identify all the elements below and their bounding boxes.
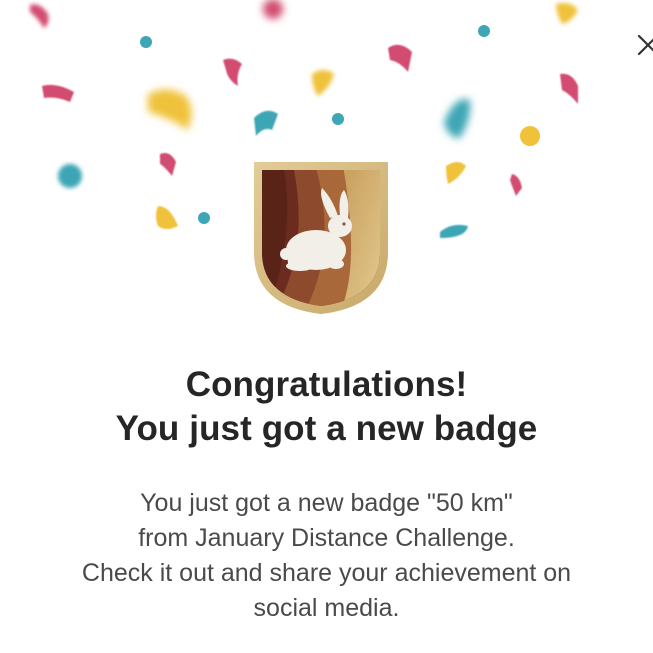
modal-message: You just got a new badge "50 km" from Ja… bbox=[0, 486, 653, 626]
badge-emblem bbox=[252, 160, 390, 316]
badge-award-modal: Congratulations! You just got a new badg… bbox=[0, 0, 653, 653]
title-line-congratulations: Congratulations! bbox=[185, 365, 468, 404]
title-line-new-badge: You just got a new badge bbox=[115, 409, 538, 448]
close-icon bbox=[637, 34, 653, 56]
message-line-4: social media. bbox=[253, 594, 400, 622]
modal-title: Congratulations! You just got a new badg… bbox=[0, 363, 653, 451]
message-line-3: Check it out and share your achievement … bbox=[81, 559, 572, 587]
message-line-1: You just got a new badge "50 km" bbox=[140, 489, 513, 517]
close-button[interactable] bbox=[631, 28, 653, 60]
message-line-2: from January Distance Challenge. bbox=[138, 524, 515, 552]
